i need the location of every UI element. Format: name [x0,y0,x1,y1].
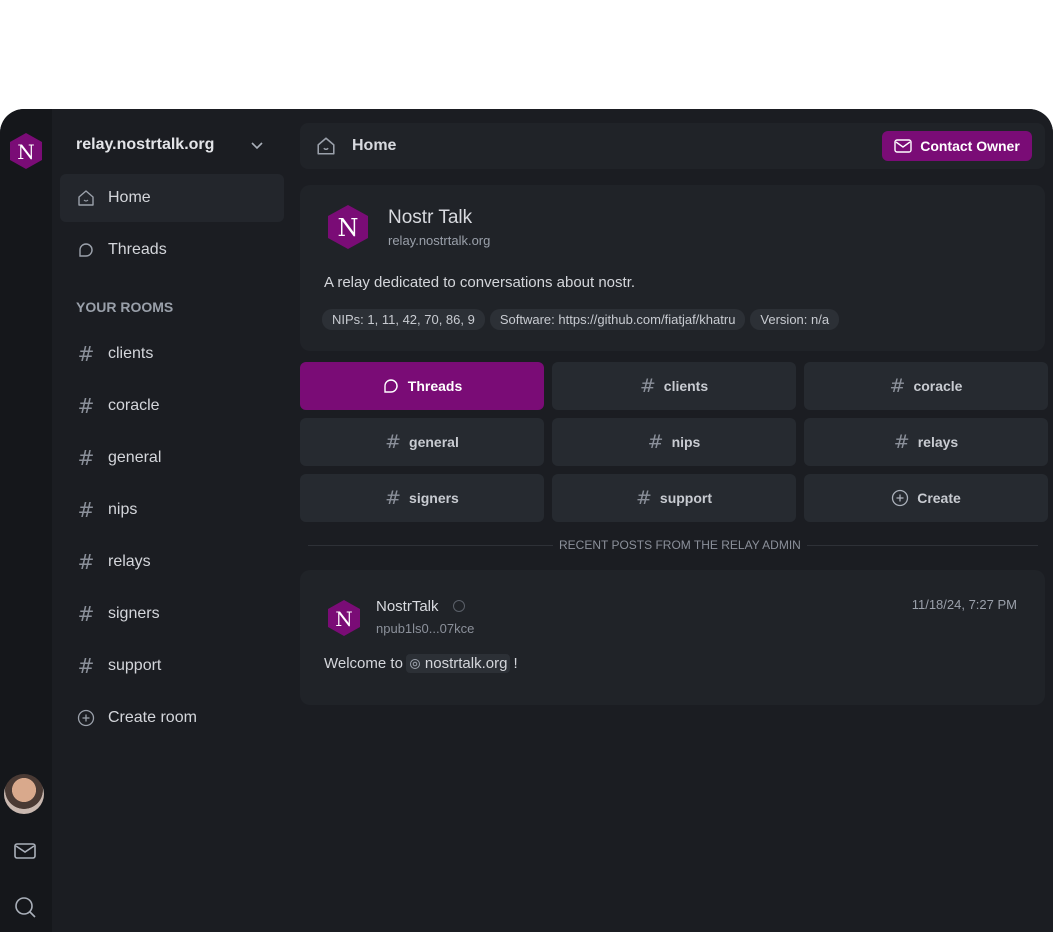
relay-title: Nostr Talk [388,207,473,228]
mail-icon [894,139,912,153]
hash-icon: # [77,394,95,418]
post-timestamp: 11/18/24, 7:27 PM [911,597,1017,612]
relay-name[interactable]: relay.nostrtalk.org [76,136,214,154]
relay-info-card: N Nostr Talk relay.nostrtalk.org A relay… [300,185,1045,351]
post-card[interactable]: N NostrTalk npub1ls0...07kce 11/18/24, 7… [300,570,1045,705]
hash-icon: # [385,431,402,453]
sidebar-room-item[interactable]: # coracle [60,382,284,430]
relay-logo-icon: N [328,205,368,249]
svg-text:N: N [335,607,353,631]
create-button[interactable]: Create [804,474,1048,522]
room-button[interactable]: # support [552,474,796,522]
hash-icon: # [77,342,95,366]
room-label: clients [663,378,709,394]
sidebar-room-item[interactable]: # support [60,642,284,690]
mail-icon[interactable] [12,838,38,864]
status-circle-icon [453,600,465,612]
sidebar-item-home[interactable]: Home [60,174,284,222]
nips-tag: NIPs: 1, 11, 42, 70, 86, 9 [322,309,485,330]
room-label: clients [108,345,154,362]
post-npub: npub1ls0...07kce [376,621,475,636]
sidebar: relay.nostrtalk.org Home Threads YOUR RO… [52,109,293,932]
space-rail: N [0,109,52,932]
home-icon [76,188,96,208]
user-avatar[interactable] [4,774,44,814]
hash-icon: # [77,602,95,626]
hash-icon: # [77,498,95,522]
home-icon [317,137,335,155]
room-label: coracle [913,378,963,394]
room-button[interactable]: # coracle [804,362,1048,410]
room-label: relays [917,434,959,450]
sidebar-room-item[interactable]: # clients [60,330,284,378]
author-avatar[interactable]: N [324,598,364,638]
create-label: Create [917,490,961,506]
room-label: relays [108,553,151,570]
threads-icon [384,379,398,393]
room-label: nips [108,501,138,518]
hash-icon: # [635,487,652,509]
plus-circle-icon [76,708,96,728]
plus-circle-icon [892,489,909,507]
room-button[interactable]: # relays [804,418,1048,466]
room-button[interactable]: # clients [552,362,796,410]
threads-icon [76,240,96,260]
relay-logo-icon[interactable]: N [6,131,46,171]
post-body-suffix: ! [513,655,518,672]
link-icon [409,658,420,669]
room-label: coracle [108,397,160,414]
relay-mention-link[interactable]: nostrtalk.org [405,654,511,673]
relay-description: A relay dedicated to conversations about… [324,274,636,291]
room-button[interactable]: # nips [552,418,796,466]
search-icon[interactable] [12,894,38,920]
hash-icon: # [77,654,95,678]
relay-url: relay.nostrtalk.org [388,233,491,248]
hash-icon: # [889,375,906,397]
chevron-down-icon[interactable] [248,137,266,155]
sidebar-room-item[interactable]: # signers [60,590,284,638]
room-label: general [409,434,459,450]
version-tag: Version: n/a [750,309,840,330]
app-window: N relay.nostrtalk.org Home Threads YOUR … [0,109,1053,932]
sidebar-room-item[interactable]: # general [60,434,284,482]
room-button[interactable]: # general [300,418,544,466]
hash-icon: # [893,431,910,453]
room-label: support [108,657,162,674]
rooms-section-title: YOUR ROOMS [76,299,174,315]
contact-owner-button[interactable]: Contact Owner [882,131,1032,161]
post-body-prefix: Welcome to [324,655,403,672]
create-room-label: Create room [108,709,197,726]
threads-label: Threads [407,378,463,394]
post-body: Welcome to nostrtalk.org ! [324,654,518,673]
room-label: signers [108,605,160,622]
sidebar-item-label: Threads [108,241,167,258]
sidebar-room-item[interactable]: # relays [60,538,284,586]
mention-label: nostrtalk.org [424,655,508,672]
contact-owner-label: Contact Owner [920,138,1020,154]
main-content: Home Contact Owner N Nostr Talk relay.no… [293,109,1053,932]
room-label: support [659,490,713,506]
recent-posts-label: RECENT POSTS FROM THE RELAY ADMIN [553,538,807,552]
hash-icon: # [639,375,656,397]
relay-tags: NIPs: 1, 11, 42, 70, 86, 9 Software: htt… [322,309,840,330]
hash-icon: # [385,487,402,509]
software-tag: Software: https://github.com/fiatjaf/kha… [489,309,746,330]
post-author[interactable]: NostrTalk [376,598,439,615]
sidebar-item-threads[interactable]: Threads [60,226,284,274]
hash-icon: # [77,446,95,470]
create-room-button[interactable]: Create room [60,694,284,742]
room-button[interactable]: # signers [300,474,544,522]
room-label: signers [409,490,459,506]
hash-icon: # [647,431,664,453]
sidebar-item-label: Home [108,189,151,206]
room-label: general [108,449,162,466]
hash-icon: # [77,550,95,574]
svg-text:N: N [338,214,359,242]
top-bar: Home Contact Owner [300,123,1045,169]
room-label: nips [671,434,701,450]
sidebar-room-item[interactable]: # nips [60,486,284,534]
svg-text:N: N [17,140,35,164]
page-title: Home [352,137,397,154]
threads-button[interactable]: Threads [300,362,544,410]
